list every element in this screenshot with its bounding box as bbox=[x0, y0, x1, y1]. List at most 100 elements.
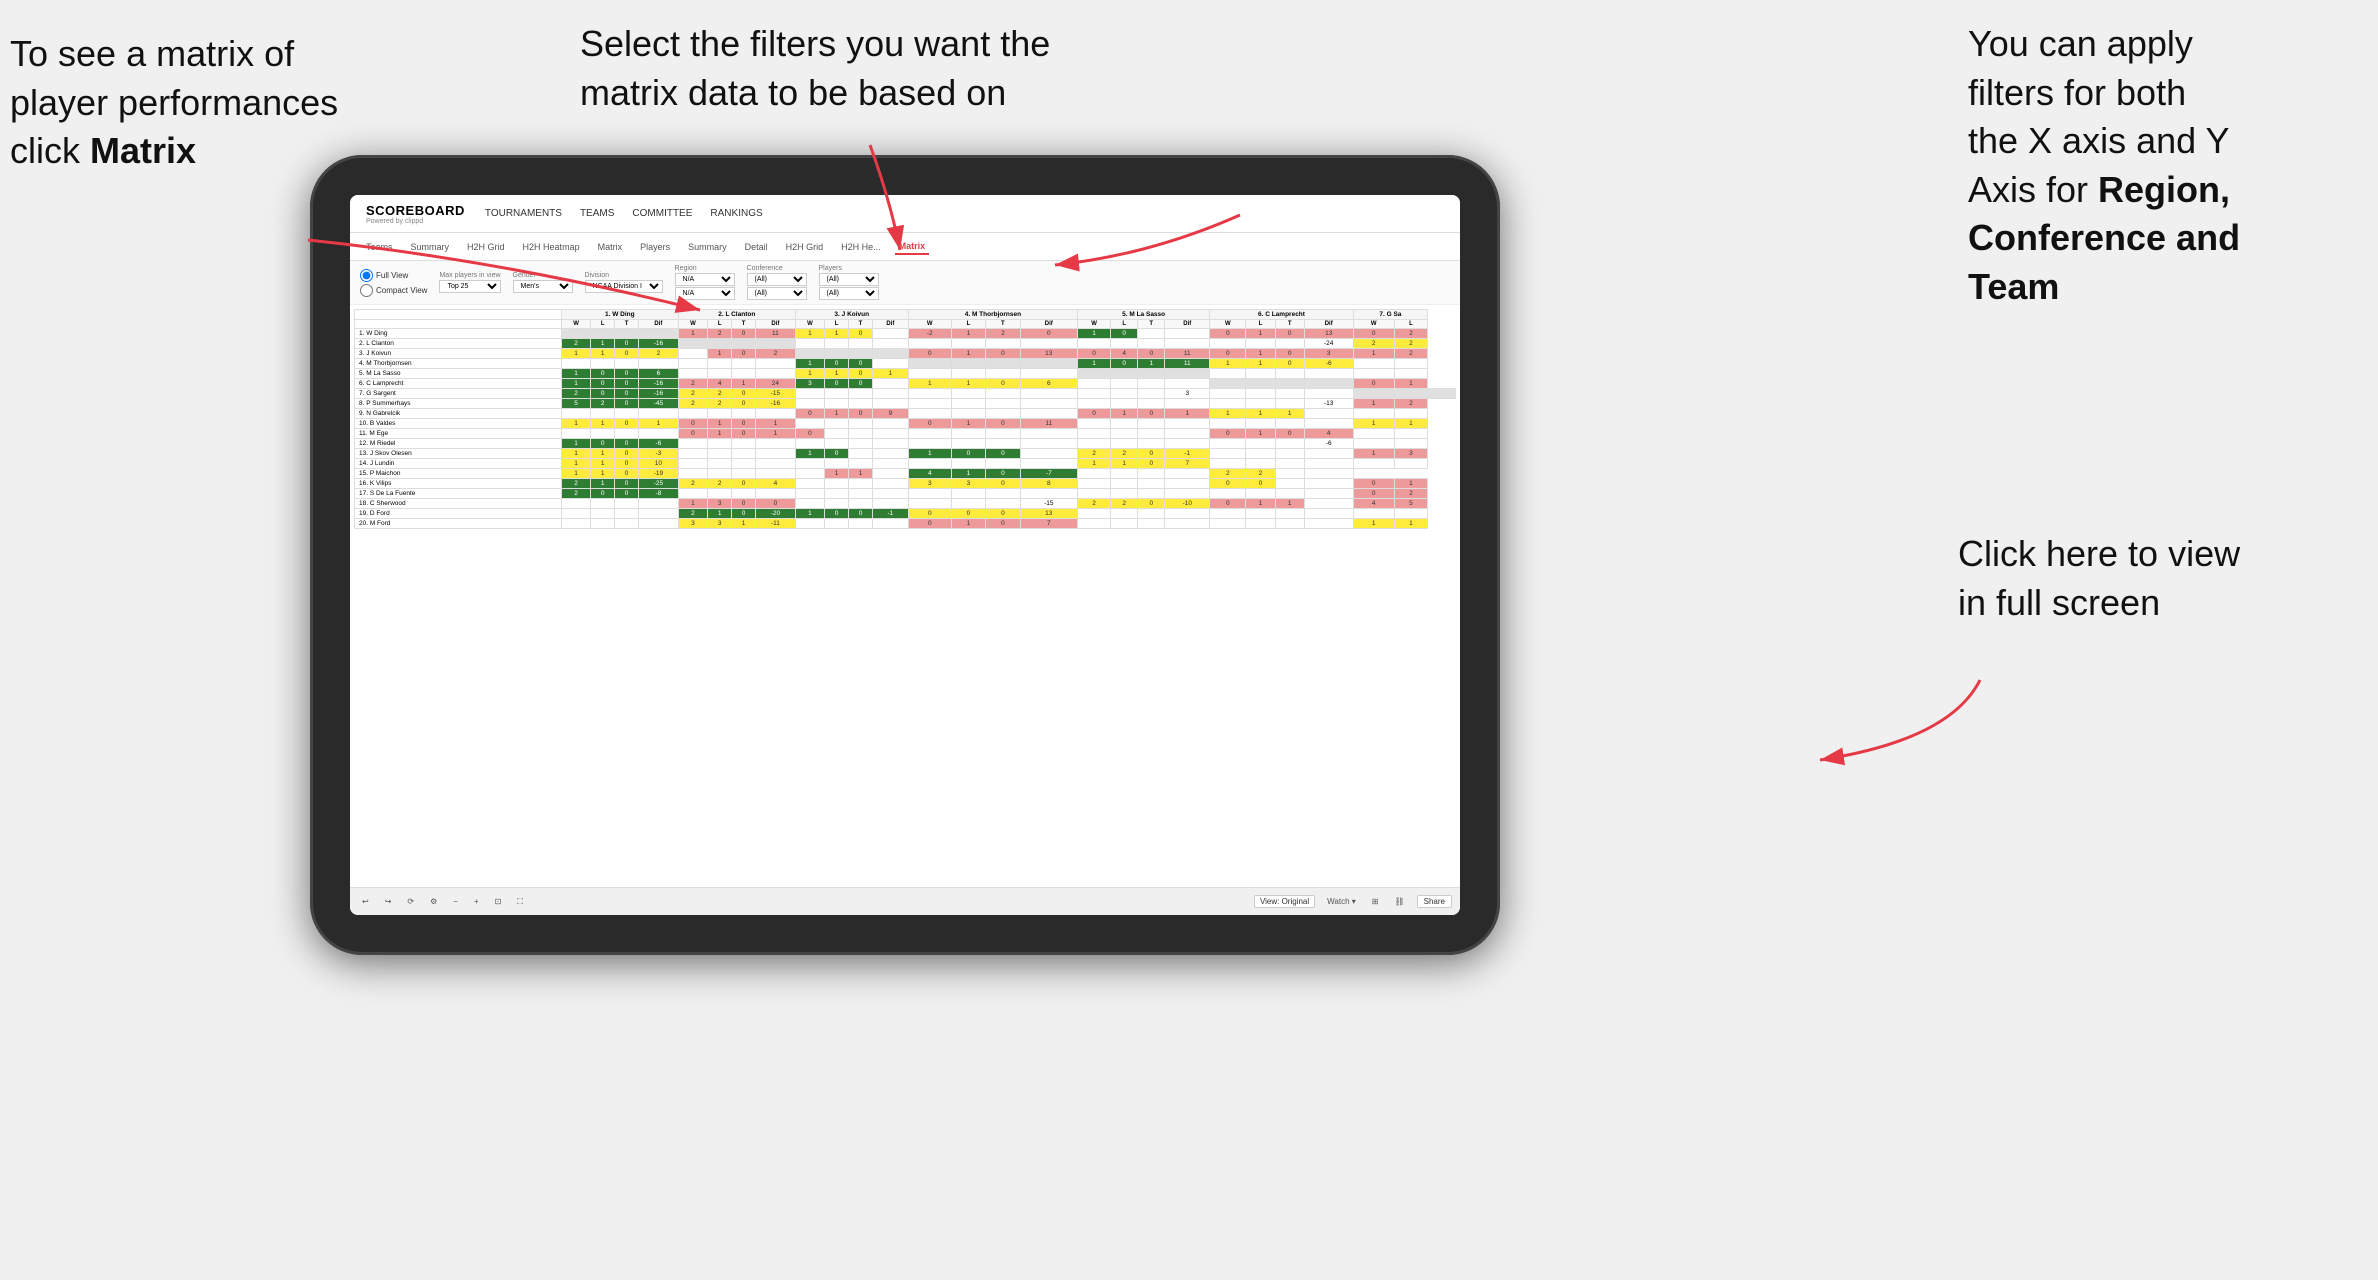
matrix-cell-17-4-1: 2 bbox=[1111, 499, 1138, 509]
matrix-cell-8-5-0: 1 bbox=[1210, 409, 1246, 419]
link-button[interactable]: ⛓ bbox=[1390, 895, 1408, 908]
tab-summary[interactable]: Summary bbox=[407, 240, 454, 254]
matrix-cell-diag-0-0-1 bbox=[591, 329, 615, 339]
zoom-out-button[interactable]: − bbox=[449, 895, 462, 908]
matrix-cell-7-0-3: -45 bbox=[639, 399, 679, 409]
matrix-cell-14-0-1: 1 bbox=[591, 469, 615, 479]
matrix-cell-15-1-3: 4 bbox=[756, 479, 796, 489]
annotation-center-text: Select the filters you want the matrix d… bbox=[580, 23, 1050, 113]
fit-button[interactable]: ⊡ bbox=[491, 895, 506, 908]
matrix-cell-diag-3-3-1 bbox=[951, 359, 985, 369]
tab-teams[interactable]: Teams bbox=[362, 240, 397, 254]
matrix-cell-10-2-3 bbox=[872, 429, 908, 439]
matrix-cell-14-4-2 bbox=[1138, 469, 1165, 479]
tab-h2h-he[interactable]: H2H He... bbox=[837, 240, 885, 254]
matrix-cell-9-5-2 bbox=[1275, 419, 1304, 429]
matrix-cell-9-0-0: 1 bbox=[561, 419, 590, 429]
gender-select[interactable]: Men's bbox=[513, 280, 573, 293]
tab-matrix-active[interactable]: Matrix bbox=[895, 239, 930, 255]
refresh-button[interactable]: ⟳ bbox=[403, 895, 418, 908]
matrix-cell-18-3-0: 0 bbox=[908, 509, 951, 519]
nav-tournaments[interactable]: TOURNAMENTS bbox=[485, 206, 562, 221]
tab-matrix[interactable]: Matrix bbox=[594, 240, 627, 254]
nav-teams[interactable]: TEAMS bbox=[580, 206, 614, 221]
filter-bar: Full View Compact View Max players in vi… bbox=[350, 261, 1460, 305]
matrix-corner bbox=[355, 310, 562, 320]
tab-h2h-grid[interactable]: H2H Grid bbox=[463, 240, 509, 254]
app-logo: SCOREBOARD Powered by clippd bbox=[366, 203, 465, 225]
matrix-cell-16-6-1: 2 bbox=[1394, 489, 1427, 499]
tab-summary2[interactable]: Summary bbox=[684, 240, 731, 254]
matrix-cell-13-5-3 bbox=[1304, 459, 1353, 469]
full-view-radio[interactable] bbox=[360, 269, 373, 282]
conference-select-2[interactable]: (All) bbox=[747, 287, 807, 300]
share-button[interactable]: Share bbox=[1417, 895, 1452, 908]
matrix-cell-7-4-2 bbox=[1138, 399, 1165, 409]
nav-rankings[interactable]: RANKINGS bbox=[710, 206, 762, 221]
matrix-cell-9-1-2: 0 bbox=[732, 419, 756, 429]
matrix-cell-7-2-3 bbox=[872, 399, 908, 409]
matrix-cell-13-1-3 bbox=[756, 459, 796, 469]
filter-max-players: Max players in view Top 25 bbox=[439, 272, 500, 293]
matrix-cell-14-4-0 bbox=[1077, 469, 1110, 479]
matrix-cell-18-0-1 bbox=[591, 509, 615, 519]
division-select[interactable]: NCAA Division I bbox=[585, 280, 663, 293]
region-select-1[interactable]: N/A bbox=[675, 273, 735, 286]
matrix-cell-6-4-2 bbox=[1138, 389, 1165, 399]
matrix-cell-16-1-0 bbox=[678, 489, 707, 499]
compact-view-radio[interactable] bbox=[360, 284, 373, 297]
matrix-cell-diag-4-4-0 bbox=[1077, 369, 1110, 379]
matrix-cell-6-1-3: -15 bbox=[756, 389, 796, 399]
toolbar-view-label[interactable]: View: Original bbox=[1254, 895, 1315, 908]
matrix-cell-7-5-0 bbox=[1210, 399, 1246, 409]
full-view-label[interactable]: Full View bbox=[360, 269, 427, 282]
matrix-cell-14-0-0: 1 bbox=[561, 469, 590, 479]
matrix-cell-2-1-2: 0 bbox=[732, 349, 756, 359]
matrix-cell-8-5-2: 1 bbox=[1275, 409, 1304, 419]
players-select-1[interactable]: (All) bbox=[819, 273, 879, 286]
matrix-row-header-18: 19. D Ford bbox=[355, 509, 562, 519]
matrix-cell-diag-0-0-3 bbox=[639, 329, 679, 339]
matrix-cell-13-2-0 bbox=[795, 459, 824, 469]
matrix-cell-0-6-1: 2 bbox=[1394, 329, 1427, 339]
matrix-cell-12-2-1: 0 bbox=[825, 449, 849, 459]
matrix-cell-14-0-2: 0 bbox=[615, 469, 639, 479]
matrix-cell-16-3-1 bbox=[951, 489, 985, 499]
matrix-cell-1-4-2 bbox=[1138, 339, 1165, 349]
watch-button[interactable]: Watch ▾ bbox=[1323, 895, 1360, 908]
redo-button[interactable]: ↪ bbox=[381, 895, 396, 908]
compact-view-label[interactable]: Compact View bbox=[360, 284, 427, 297]
matrix-cell-7-3-0 bbox=[908, 399, 951, 409]
display-button[interactable]: ⊞ bbox=[1368, 895, 1383, 908]
sub-col-l6: L bbox=[1246, 320, 1275, 329]
matrix-cell-18-5-2 bbox=[1275, 509, 1304, 519]
matrix-cell-1-4-3 bbox=[1165, 339, 1210, 349]
matrix-cell-18-3-2: 0 bbox=[986, 509, 1020, 519]
players-select-2[interactable]: (All) bbox=[819, 287, 879, 300]
conference-select-1[interactable]: (All) bbox=[747, 273, 807, 286]
matrix-cell-8-1-3 bbox=[756, 409, 796, 419]
matrix-area[interactable]: 1. W Ding 2. L Clanton 3. J Koivun 4. M … bbox=[350, 305, 1460, 887]
matrix-cell-4-2-3: 1 bbox=[872, 369, 908, 379]
zoom-in-button[interactable]: + bbox=[470, 895, 483, 908]
annotation-right-line4-plain: Axis for bbox=[1968, 169, 2098, 210]
tab-detail[interactable]: Detail bbox=[741, 240, 772, 254]
matrix-cell-10-1-3: 1 bbox=[756, 429, 796, 439]
region-select-2[interactable]: N/A bbox=[675, 287, 735, 300]
undo-button[interactable]: ↩ bbox=[358, 895, 373, 908]
max-players-select[interactable]: Top 25 bbox=[439, 280, 500, 293]
tab-h2h-grid2[interactable]: H2H Grid bbox=[782, 240, 828, 254]
tab-h2h-heatmap[interactable]: H2H Heatmap bbox=[519, 240, 584, 254]
tab-players[interactable]: Players bbox=[636, 240, 674, 254]
fullscreen-button[interactable]: ⛶ bbox=[513, 895, 527, 909]
matrix-cell-3-5-0: 1 bbox=[1210, 359, 1246, 369]
matrix-cell-16-2-2 bbox=[849, 489, 873, 499]
matrix-cell-8-0-0 bbox=[561, 409, 590, 419]
matrix-cell-18-1-1: 1 bbox=[708, 509, 732, 519]
matrix-cell-19-0-0 bbox=[561, 519, 590, 529]
matrix-cell-10-1-2: 0 bbox=[732, 429, 756, 439]
nav-committee[interactable]: COMMITTEE bbox=[632, 206, 692, 221]
sub-col-d6: Dif bbox=[1304, 320, 1353, 329]
col-header-5: 5. M La Sasso bbox=[1077, 310, 1209, 320]
tools-button[interactable]: ⚙ bbox=[426, 895, 441, 908]
